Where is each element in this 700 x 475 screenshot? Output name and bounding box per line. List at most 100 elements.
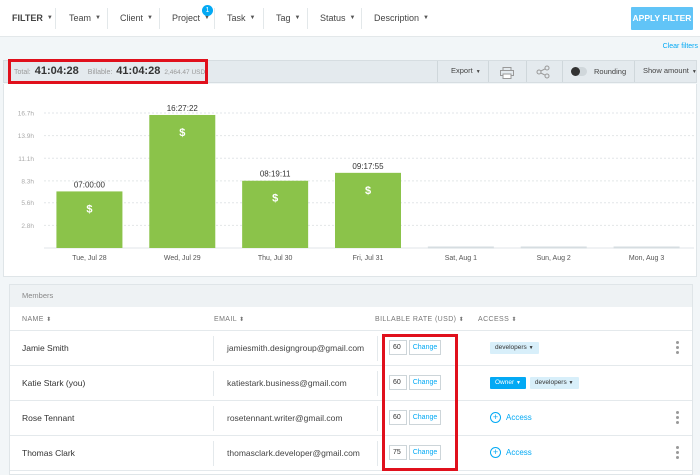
member-email: jamiesmith.designgroup@gmail.com bbox=[227, 343, 365, 353]
member-name: Thomas Clark bbox=[22, 448, 75, 458]
divider bbox=[55, 8, 56, 29]
billable-dollar-icon: $ bbox=[272, 193, 278, 205]
change-rate-button[interactable]: Change bbox=[409, 340, 441, 355]
more-options-icon[interactable] bbox=[676, 446, 679, 459]
chevron-down-icon: ▼ bbox=[249, 15, 256, 21]
divider bbox=[107, 8, 108, 29]
total-value: 41:04:28 bbox=[34, 65, 79, 77]
divider bbox=[214, 8, 215, 29]
access-label: Access bbox=[506, 413, 532, 422]
chevron-down-icon: ▼ bbox=[294, 15, 301, 21]
filter-task-label: Task bbox=[227, 13, 246, 23]
group-tag-label: developers bbox=[534, 379, 567, 386]
filter-status[interactable]: Status ▼ bbox=[320, 0, 355, 37]
bar bbox=[242, 180, 309, 248]
show-amount-dropdown[interactable]: Show amount ▼ bbox=[643, 66, 697, 75]
bar bbox=[613, 246, 680, 249]
cell-divider bbox=[377, 336, 378, 361]
rounding-label: Rounding bbox=[594, 67, 627, 76]
rate-editor: 60 Change bbox=[389, 340, 441, 355]
divider bbox=[634, 61, 635, 82]
rate-input[interactable]: 60 bbox=[389, 375, 407, 390]
table-row: Jamie Smith jamiesmith.designgroup@gmail… bbox=[10, 331, 692, 365]
add-access-link[interactable]: + Access bbox=[490, 412, 532, 423]
column-header-email[interactable]: EMAIL ⬍ bbox=[214, 316, 245, 323]
divider bbox=[488, 61, 489, 82]
filter-description[interactable]: Description ▼ bbox=[374, 0, 429, 37]
change-rate-button[interactable]: Change bbox=[409, 445, 441, 460]
divider bbox=[159, 8, 160, 29]
row-divider bbox=[10, 470, 692, 471]
x-tick-label: Fri, Jul 31 bbox=[353, 255, 384, 262]
filter-team[interactable]: Team ▼ bbox=[69, 0, 101, 37]
owner-tag-label: Owner bbox=[495, 379, 515, 386]
bar bbox=[520, 246, 587, 249]
group-tag-dropdown[interactable]: developers ▼ bbox=[529, 377, 579, 389]
show-amount-label: Show amount bbox=[643, 66, 689, 75]
time-chart: 16.7h 13.9h 11.1h 8.3h 5.6h 2.8h 07:00:00 $ Tue,… bbox=[3, 84, 697, 277]
table-row: Thomas Clark thomasclark.developer@gmail… bbox=[10, 436, 692, 470]
billable-value: 41:04:28 bbox=[116, 65, 161, 77]
chevron-down-icon: ▼ bbox=[95, 15, 101, 21]
filter-tag[interactable]: Tag ▼ bbox=[276, 0, 300, 37]
filter-label: FILTER bbox=[12, 13, 43, 23]
clear-filters-link[interactable]: Clear filters bbox=[640, 43, 698, 50]
rate-input[interactable]: 75 bbox=[389, 445, 407, 460]
column-header-access[interactable]: ACCESS ⬍ bbox=[478, 316, 517, 323]
export-dropdown[interactable]: Export ▼ bbox=[451, 66, 481, 75]
change-rate-button[interactable]: Change bbox=[409, 410, 441, 425]
filter-status-label: Status bbox=[320, 13, 346, 23]
divider bbox=[562, 61, 563, 82]
bar-value-label: 09:17:55 bbox=[352, 162, 384, 171]
member-email: thomasclark.developer@gmail.com bbox=[227, 448, 360, 458]
y-tick-label: 13.9h bbox=[18, 133, 35, 140]
column-header-name[interactable]: NAME ⬍ bbox=[22, 316, 52, 323]
change-rate-button[interactable]: Change bbox=[409, 375, 441, 390]
divider bbox=[263, 8, 264, 29]
filter-task[interactable]: Task ▼ bbox=[227, 0, 255, 37]
owner-tag-dropdown[interactable]: Owner ▼ bbox=[490, 377, 526, 389]
rate-editor: 60 Change bbox=[389, 375, 441, 390]
sort-icon: ⬍ bbox=[511, 317, 517, 323]
cell-divider bbox=[377, 371, 378, 396]
billable-label: Billable: bbox=[87, 69, 113, 76]
filter-tag-label: Tag bbox=[276, 13, 291, 23]
export-label: Export bbox=[451, 66, 473, 75]
filter-project-label: Project bbox=[172, 13, 201, 23]
apply-filter-button[interactable]: APPLY FILTER bbox=[631, 7, 693, 30]
filter-client[interactable]: Client ▼ bbox=[120, 0, 153, 37]
plus-circle-icon: + bbox=[490, 447, 501, 458]
access-tags: developers ▼ bbox=[490, 342, 539, 354]
y-tick-label: 2.8h bbox=[21, 223, 34, 230]
chevron-down-icon: ▼ bbox=[691, 69, 697, 75]
cell-divider bbox=[213, 371, 214, 396]
column-header-access-label: ACCESS bbox=[478, 316, 510, 323]
x-tick-label: Tue, Jul 28 bbox=[72, 255, 106, 262]
rounding-toggle[interactable] bbox=[571, 67, 587, 76]
chevron-down-icon: ▼ bbox=[349, 15, 356, 21]
billable-amount: 2,464.47 USD bbox=[164, 69, 206, 76]
member-email: katiestark.business@gmail.com bbox=[227, 378, 347, 388]
rate-input[interactable]: 60 bbox=[389, 410, 407, 425]
access-tags: Owner ▼ developers ▼ bbox=[490, 377, 579, 389]
rate-input[interactable]: 60 bbox=[389, 340, 407, 355]
share-icon[interactable] bbox=[536, 65, 550, 84]
divider bbox=[307, 8, 308, 29]
members-section-title: Members bbox=[10, 285, 692, 307]
more-options-icon[interactable] bbox=[676, 341, 679, 354]
group-tag-label: developers bbox=[495, 344, 527, 351]
x-tick-label: Thu, Jul 30 bbox=[258, 255, 293, 262]
table-row: Rose Tennant rosetennant.writer@gmail.co… bbox=[10, 401, 692, 435]
column-header-name-label: NAME bbox=[22, 316, 44, 323]
group-tag-dropdown[interactable]: developers ▼ bbox=[490, 342, 539, 354]
add-access-link[interactable]: + Access bbox=[490, 447, 532, 458]
billable-dollar-icon: $ bbox=[86, 203, 92, 215]
total-label: Total: bbox=[14, 69, 31, 76]
filter-bar: FILTER ▼ Team ▼ Client ▼ Project ▼ 1 Task ▼ … bbox=[0, 0, 700, 37]
print-icon[interactable] bbox=[500, 66, 514, 84]
more-options-icon[interactable] bbox=[676, 411, 679, 424]
chevron-down-icon: ▼ bbox=[515, 380, 521, 386]
column-header-rate[interactable]: BILLABLE RATE (USD) ⬍ bbox=[375, 316, 464, 323]
y-tick-label: 8.3h bbox=[21, 178, 34, 185]
plus-circle-icon: + bbox=[490, 412, 501, 423]
